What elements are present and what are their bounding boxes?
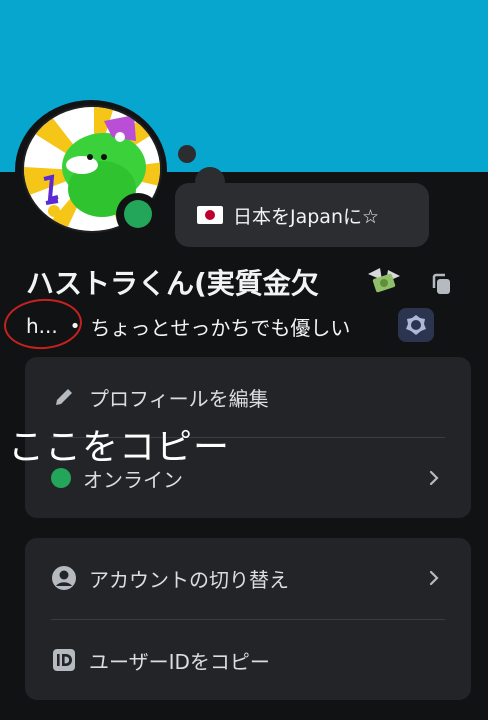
japan-flag-icon xyxy=(197,206,223,224)
copy-user-id-label: ユーザーIDをコピー xyxy=(89,649,270,674)
custom-status-text: 日本をJapanに☆ xyxy=(233,205,380,228)
switch-accounts-label: アカウントの切り替え xyxy=(89,567,289,592)
id-card-icon xyxy=(51,647,77,673)
account-circle-icon xyxy=(51,565,77,591)
nitro-badge[interactable] xyxy=(398,308,434,342)
nitro-badge-icon xyxy=(406,315,426,335)
copy-icon[interactable] xyxy=(430,272,454,296)
custom-status-bubble[interactable]: 日本をJapanに☆ xyxy=(175,183,429,247)
edit-profile-label: プロフィールを編集 xyxy=(89,386,269,411)
money-with-wings-icon xyxy=(368,268,400,293)
online-status-indicator xyxy=(124,200,152,228)
pencil-icon xyxy=(51,384,77,410)
switch-accounts-row[interactable]: アカウントの切り替え xyxy=(25,538,471,618)
bio-text: ちょっとせっかちでも優しい xyxy=(90,315,351,340)
account-actions-card: アカウントの切り替え ユーザーIDをコピー xyxy=(25,538,471,700)
annotation-text: ここをコピー xyxy=(8,427,231,468)
thought-bubble-dot-small xyxy=(178,145,196,163)
online-status-icon xyxy=(51,468,71,488)
chevron-right-icon xyxy=(429,570,439,586)
chevron-right-icon xyxy=(429,470,439,486)
copy-user-id-row[interactable]: ユーザーIDをコピー xyxy=(25,620,471,700)
display-name: ハストラくん(実質金欠 xyxy=(26,267,319,300)
